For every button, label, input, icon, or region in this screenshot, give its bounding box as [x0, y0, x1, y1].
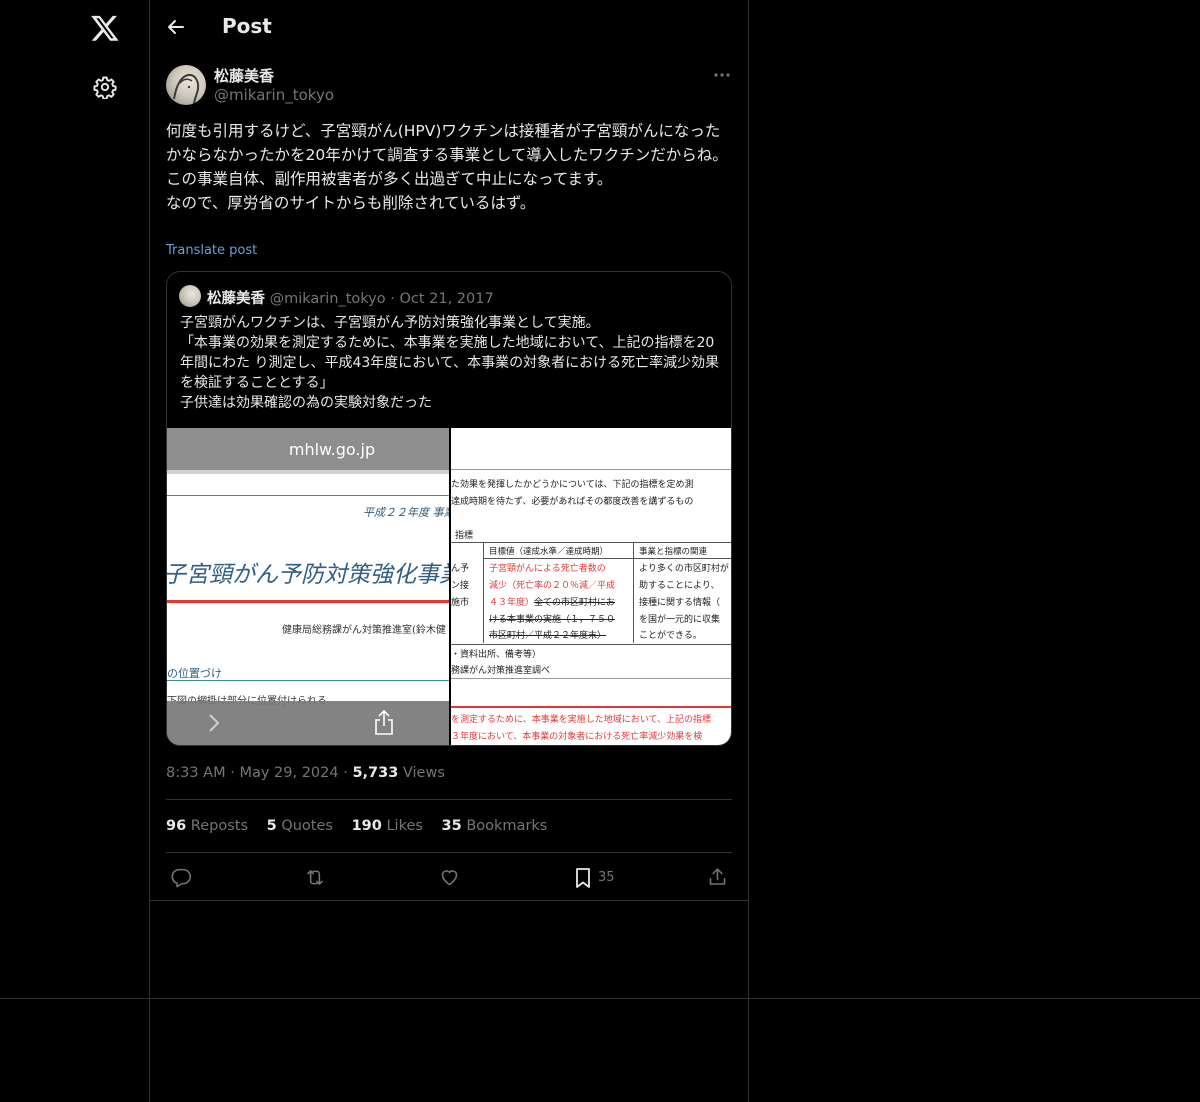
doc2-black-3: 全ての市区町村にお [534, 598, 616, 608]
quote-author-name: 松藤美香 [207, 291, 265, 307]
quotes-label: Quotes [281, 818, 333, 834]
doc-title: 子宮頸がん予防対策強化事業 [167, 562, 449, 588]
page-divider [0, 998, 1200, 999]
doc2-bottom-1: を測定するために、本事業を実施した地域において、上記の指標 [451, 715, 712, 725]
page-title: Post [222, 14, 272, 38]
x-logo-icon[interactable] [90, 13, 120, 43]
avatar[interactable] [166, 65, 206, 105]
doc2-red-3: ４３年度） [489, 598, 535, 608]
doc2-note-2: 務課がん対策推進室調べ [451, 666, 551, 676]
doc2-rel-1: より多くの市区町村が [639, 564, 729, 574]
doc2-bottom-2: ３年度において、本事業の対象者における死亡率減少効果を検 [451, 732, 703, 742]
likes-count: 190 [351, 818, 382, 834]
stats-row: 96 Reposts 5 Quotes 190 Likes 35 Bookmar… [166, 818, 547, 834]
post-date[interactable]: May 29, 2024 [239, 765, 338, 781]
repost-icon[interactable] [304, 867, 326, 888]
more-options-icon[interactable] [712, 66, 732, 84]
doc2-left-col-3: 施市 [451, 598, 470, 608]
doc2-red-rule [451, 706, 731, 708]
doc2-row-line [483, 558, 731, 559]
author-handle[interactable]: @mikarin_tokyo [214, 86, 334, 104]
doc-heading: 平成２２年度 事業 [363, 506, 449, 519]
quoted-post-card[interactable]: 松藤美香 @mikarin_tokyo · Oct 21, 2017 子宮頸がん… [166, 271, 732, 746]
post-meta: 8:33 AM · May 29, 2024 · 5,733 Views [166, 765, 445, 781]
quotes-stat[interactable]: 5 Quotes [267, 818, 333, 834]
doc-red-line [167, 600, 449, 603]
quote-image-2[interactable]: た効果を発揮したかどうかについては、下記の指標を定め測 達成時期を待たず、必要が… [451, 428, 731, 745]
doc2-line1: た効果を発揮したかどうかについては、下記の指標を定め測 [451, 480, 694, 490]
quote-author-handle: @mikarin_tokyo [269, 291, 386, 307]
reposts-stat[interactable]: 96 Reposts [166, 818, 248, 834]
doc-dept: 健康局総務課がん対策推進室(鈴木健 [282, 625, 446, 636]
doc2-rel-2: 助することにより、 [639, 581, 720, 591]
author-name[interactable]: 松藤美香 [214, 65, 274, 86]
doc2-line2: 達成時期を待たず、必要があればその都度改善を講ずるもの [451, 497, 694, 507]
quote-image-1[interactable]: mhlw.go.jp 平成２２年度 事業 子宮頸がん予防対策強化事業 健康局総務… [167, 428, 449, 745]
settings-gear-icon[interactable] [93, 75, 117, 99]
quote-header: 松藤美香 @mikarin_tokyo · Oct 21, 2017 [207, 287, 494, 308]
post-bottom-border [150, 900, 748, 901]
doc-section-line [167, 680, 449, 681]
right-column-border [748, 0, 749, 1102]
post-time[interactable]: 8:33 AM [166, 765, 226, 781]
doc2-note-1: ・資料出所、備考等） [451, 650, 542, 660]
doc2-black-5: 市区町村／平成２２年度末） [489, 631, 607, 641]
forward-chevron-icon[interactable] [207, 712, 221, 734]
doc2-left-col-2: ン接 [451, 581, 470, 591]
url-text: mhlw.go.jp [288, 440, 376, 459]
reply-icon[interactable] [171, 867, 192, 888]
views-label: Views [402, 765, 445, 781]
doc2-left-col-1: ん予 [451, 564, 470, 574]
doc-section: の位置づけ [167, 667, 222, 680]
bookmark-count: 35 [598, 870, 615, 885]
left-column-border [149, 0, 150, 1102]
bookmark-button[interactable]: 35 [573, 866, 623, 890]
quote-text: 子宮頸がんワクチンは、子宮頸がん予防対策強化事業として実施。 「本事業の効果を測… [180, 315, 720, 411]
likes-label: Likes [386, 818, 423, 834]
bookmarks-count: 35 [441, 818, 462, 834]
bookmarks-stat[interactable]: 35 Bookmarks [442, 818, 548, 834]
doc2-red-2: 減少（死亡率の２０％減／平成 [489, 581, 616, 591]
views-count: 5,733 [352, 765, 399, 781]
post-text: 何度も引用するけど、子宮頸がん(HPV)ワクチンは接種者が子宮頸がんになったかな… [166, 122, 728, 212]
url-bar-shadow [167, 470, 449, 474]
stats-divider [166, 852, 732, 853]
doc2-shihyo: 指標 [455, 531, 474, 541]
reposts-label: Reposts [190, 818, 249, 834]
likes-stat[interactable]: 190 Likes [352, 818, 423, 834]
meta-divider [166, 799, 732, 800]
doc2-mid-line [451, 678, 731, 679]
meta-separator-2: · [343, 765, 348, 781]
quote-date: Oct 21, 2017 [399, 291, 494, 307]
back-arrow-icon[interactable] [166, 17, 186, 37]
doc2-rel-4: を国が一元的に収集 [639, 615, 721, 625]
doc-teal-line [167, 495, 449, 496]
quote-avatar [179, 285, 201, 307]
doc2-rel-3: 接種に関する情報（ [639, 598, 721, 608]
doc2-top-line [451, 469, 731, 470]
bookmark-icon [573, 867, 593, 889]
doc2-th1: 目標値（達成水準／達成時期） [489, 547, 609, 557]
translate-post-link[interactable]: Translate post [166, 243, 257, 258]
doc2-rel-5: ことができる。 [639, 631, 702, 641]
quote-separator: · [390, 291, 395, 307]
doc2-row3: ４３年度）全ての市区町村にお [489, 595, 615, 608]
doc2-red-1: 子宮頸がんによる死亡者数の [489, 564, 606, 574]
bookmarks-label: Bookmarks [466, 818, 548, 834]
doc2-th2: 事業と指標の関連 [639, 547, 708, 557]
share-icon[interactable] [373, 709, 395, 737]
share-post-icon[interactable] [707, 866, 728, 888]
like-heart-icon[interactable] [439, 867, 460, 888]
meta-separator-1: · [230, 765, 235, 781]
quotes-count: 5 [266, 818, 277, 834]
reposts-count: 96 [166, 818, 187, 834]
doc2-black-4: ける本事業の実施（１，７５０ [489, 615, 616, 625]
